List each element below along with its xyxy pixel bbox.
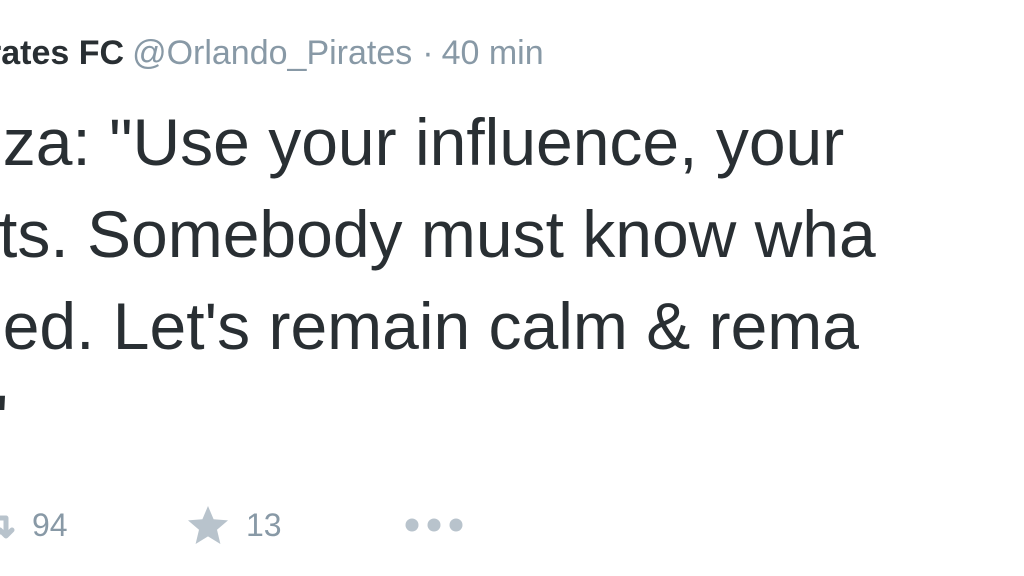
retweet-button[interactable]: 94 [0,495,68,555]
account-fullname[interactable]: rates FC [0,34,124,72]
tweet-text-line: cts. Somebody must know wha [0,197,876,271]
account-username[interactable]: @Orlando_Pirates [132,34,412,72]
more-dots-icon [404,517,464,533]
star-icon [186,504,230,546]
tweet-text-line: oza: "Use your influence, your [0,105,845,179]
tweet-timestamp[interactable]: 40 min [442,34,544,72]
header-separator: · [422,34,434,72]
favorite-button[interactable]: 13 [186,495,282,555]
more-options-button[interactable] [404,495,464,555]
favorite-count: 13 [246,506,282,543]
tweet-actions: 94 13 [0,495,1024,555]
tweet-text-line: ned. Let's remain calm & rema [0,289,859,363]
tweet-card: rates FC @Orlando_Pirates · 40 min oza: "Us… [0,0,1024,576]
tweet-text: oza: "Use your influence, your cts. Some… [0,96,1024,464]
retweet-icon [0,510,16,540]
tweet-text-line: t" [0,372,1024,464]
retweet-count: 94 [32,506,68,543]
tweet-header: rates FC @Orlando_Pirates · 40 min [0,28,544,78]
